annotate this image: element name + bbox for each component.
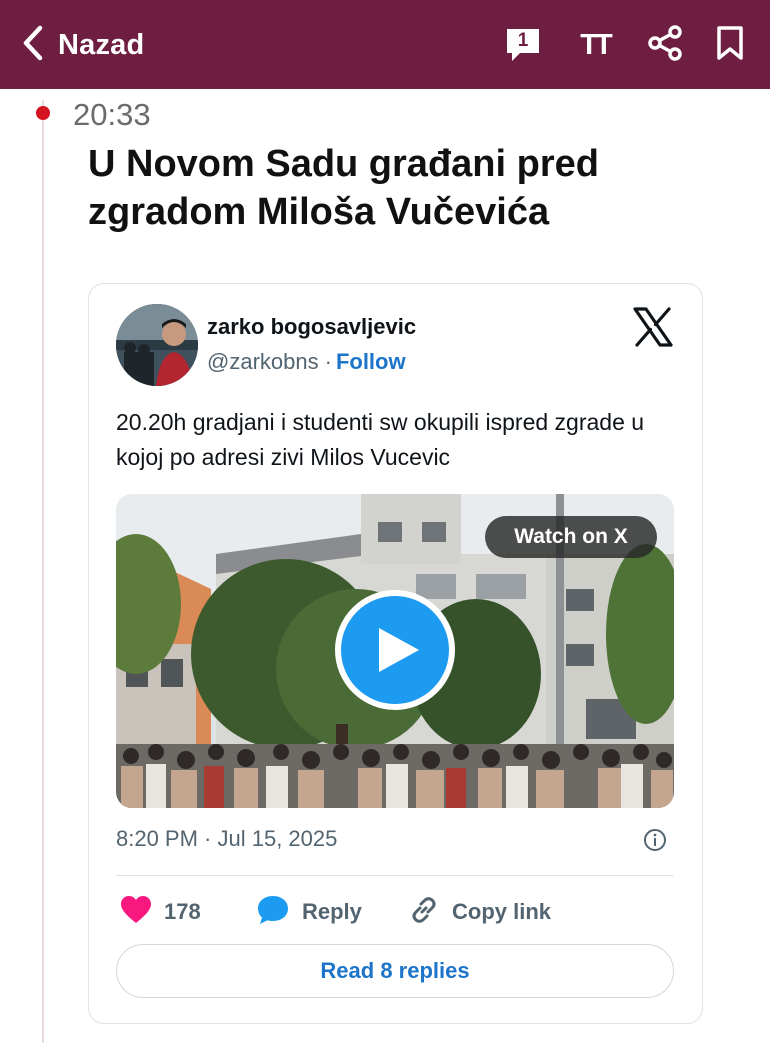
info-icon[interactable] [643,828,667,852]
heart-icon [120,895,152,930]
tweet-text: 20.20h gradjani i studenti sw okupili is… [116,409,645,470]
play-icon [369,626,421,674]
copy-link-button[interactable]: Copy link [408,892,551,932]
copy-link-label: Copy link [452,899,552,924]
post-time: 20:33 [73,97,151,132]
timeline-dot [36,106,50,120]
bookmark-button[interactable] [713,22,747,68]
comment-count: 1 [517,30,529,51]
avatar[interactable] [116,304,198,386]
link-icon [408,894,440,931]
reply-bubble-icon [256,894,290,931]
back-button[interactable]: Nazad [22,22,144,68]
like-count: 178 [164,899,201,924]
x-logo-icon[interactable] [632,306,674,348]
back-label: Nazad [58,28,145,61]
top-nav-bar: Nazad 1 TT [0,0,770,89]
reply-label: Reply [302,899,362,924]
tweet-author[interactable]: zarko bogosavljevic [207,314,416,340]
divider [116,875,674,876]
share-button[interactable] [645,22,685,68]
tweet-actions: 178 Reply Copy link [116,892,674,932]
tweet-handle[interactable]: @zarkobns [207,349,319,375]
reply-button[interactable]: Reply [256,892,362,932]
timeline-line [42,100,44,1043]
text-size-icon: TT [580,28,612,61]
text-size-button[interactable]: TT [575,22,615,68]
play-button[interactable] [335,590,455,710]
embedded-tweet-card[interactable]: zarko bogosavljevic @zarkobns · Follow 2… [88,283,703,1024]
tweet-video[interactable]: Watch on X [116,494,674,808]
share-icon [647,24,683,66]
read-replies-button[interactable]: Read 8 replies [116,944,674,998]
follow-link[interactable]: Follow [336,349,406,375]
chevron-left-icon [22,25,44,66]
comments-button[interactable]: 1 [503,22,543,68]
bookmark-icon [715,25,745,66]
watch-on-x-button[interactable]: Watch on X [485,516,657,558]
post-headline: U Novom Sadu građani pred zgradom Miloša… [88,143,599,233]
comment-icon: 1 [504,26,542,64]
like-button[interactable]: 178 [120,892,201,932]
tweet-date[interactable]: 8:20 PM · Jul 15, 2025 [116,826,337,852]
tweet-handle-row: @zarkobns · Follow [207,349,406,375]
handle-separator: · [324,349,332,374]
